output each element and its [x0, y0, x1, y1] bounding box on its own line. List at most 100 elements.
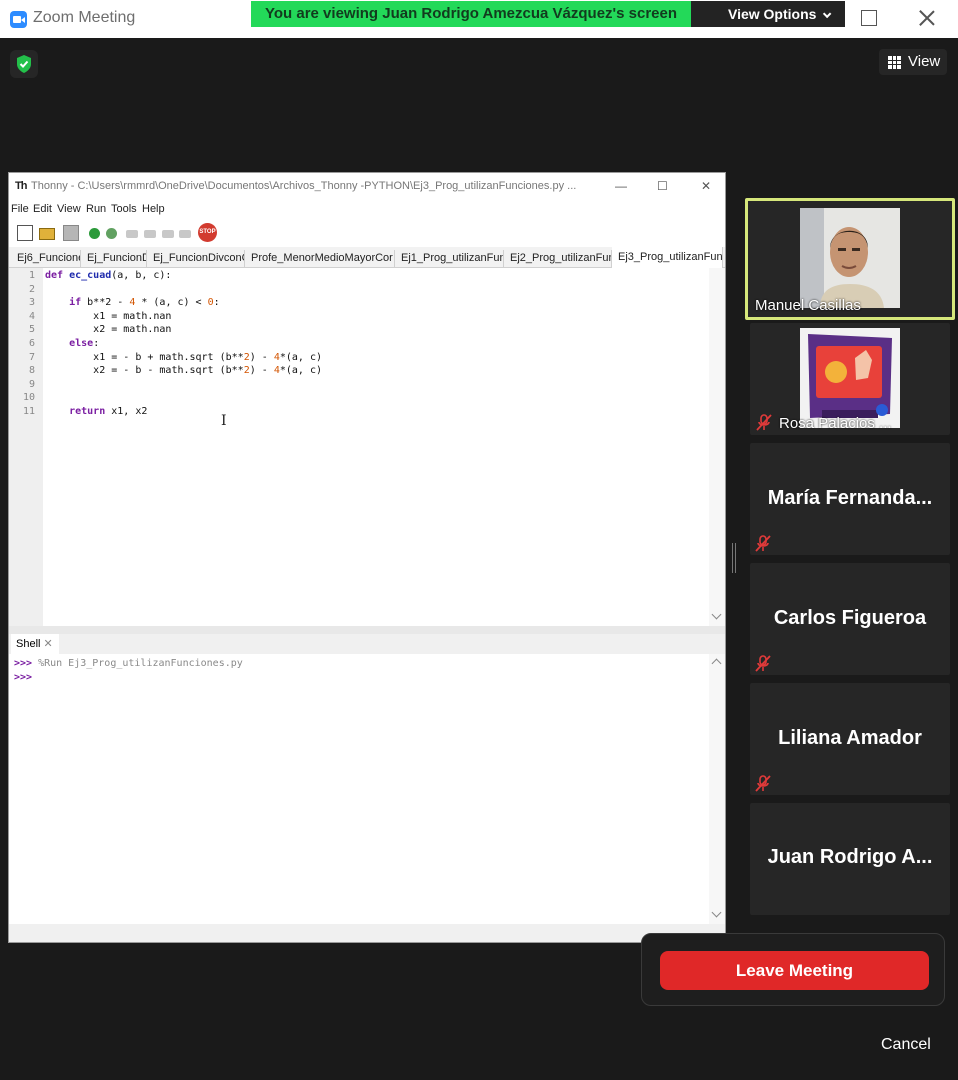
- shell-prompt-line: >>>: [14, 672, 32, 683]
- participant-name: Rosa Palacios ...: [779, 415, 892, 432]
- participant-tile[interactable]: Carlos Figueroa: [750, 563, 950, 675]
- mic-muted-icon: [755, 655, 771, 672]
- participant-name: Manuel Casillas: [755, 297, 861, 314]
- shell-prompt: >>>: [14, 672, 33, 683]
- debug-icon: [106, 228, 117, 239]
- minimize-icon: —: [615, 179, 627, 193]
- cancel-button[interactable]: Cancel: [881, 1036, 931, 1054]
- participant-name: Carlos Figueroa: [773, 607, 927, 629]
- participant-name: Juan Rodrigo A...: [767, 846, 933, 868]
- shell-tab-label: Shell: [16, 638, 41, 650]
- resize-handle[interactable]: [732, 543, 736, 573]
- participant-tile[interactable]: Liliana Amador: [750, 683, 950, 795]
- code-line-3: if b**2 - 4 * (a, c) < 0:: [45, 297, 220, 308]
- editor-tab: Ej_FuncionDi: [81, 250, 147, 268]
- shell-tab-bar: Shell ✕: [9, 634, 725, 654]
- shell-tab: Shell ✕: [11, 634, 59, 654]
- chevron-up-icon: [711, 658, 722, 669]
- mic-muted-icon: [756, 414, 772, 431]
- participant-tile[interactable]: Juan Rodrigo A...: [750, 803, 950, 915]
- text-cursor-icon: I: [221, 413, 227, 429]
- line-number: 2: [28, 283, 35, 295]
- menu-tools: Tools: [111, 203, 137, 215]
- close-window-button[interactable]: [919, 10, 935, 26]
- participant-video-active[interactable]: Manuel Casillas: [745, 198, 955, 320]
- close-icon: ✕: [701, 179, 712, 193]
- code-text: * (a, c) <: [135, 297, 208, 309]
- menu-file: File: [11, 203, 29, 215]
- line-number: 10: [22, 392, 35, 404]
- participant-tile[interactable]: Rosa Palacios ...: [750, 323, 950, 435]
- leave-meeting-button[interactable]: Leave Meeting: [660, 951, 929, 990]
- zoom-meeting-window: Zoom Meeting You are viewing Juan Rodrig…: [0, 0, 958, 1080]
- thonny-menu-bar: File Edit View Run Tools Help: [9, 201, 725, 219]
- line-number: 4: [28, 310, 35, 322]
- participant-name: Liliana Amador: [778, 727, 922, 749]
- close-icon: ✕: [43, 638, 53, 650]
- code-text: ) -: [249, 365, 274, 377]
- shell-prompt: >>>: [14, 658, 33, 669]
- line-number: 9: [28, 378, 35, 390]
- thonny-toolbar: STOP: [9, 219, 725, 247]
- chevron-down-icon: [823, 9, 832, 19]
- participant-tile[interactable]: María Fernanda...: [750, 443, 950, 555]
- new-file-icon: [17, 225, 33, 241]
- code-editor: 1 2 3 4 5 6 7 8 9 10 11 def ec_cuad(a, b…: [9, 268, 709, 626]
- line-number: 11: [22, 406, 35, 417]
- line-number: 7: [28, 351, 35, 363]
- view-layout-button[interactable]: View: [879, 49, 947, 75]
- line-number: 1: [28, 270, 35, 281]
- editor-tabs: Ej6_Funcione Ej_FuncionDi Ej_FuncionDivc…: [9, 247, 725, 268]
- grid-icon: [888, 56, 901, 69]
- thonny-window-title: Thonny - C:\Users\rmmrd\OneDrive\Documen…: [31, 180, 577, 192]
- menu-run: Run: [86, 203, 107, 215]
- code-text: x2 = - b - math.sqrt (b**: [93, 365, 244, 377]
- code-keyword: if: [69, 297, 82, 309]
- code-keyword: def: [45, 270, 64, 281]
- encryption-shield-icon[interactable]: [10, 50, 38, 78]
- mic-muted-icon: [755, 535, 771, 552]
- screen-share-banner: You are viewing Juan Rodrigo Amezcua Váz…: [251, 1, 691, 27]
- code-text: x1 = math.nan: [93, 310, 172, 322]
- line-number-gutter: 1 2 3 4 5 6 7 8 9 10 11: [9, 268, 43, 626]
- leave-meeting-popup: Leave Meeting: [641, 933, 945, 1006]
- window-title: Zoom Meeting: [33, 9, 136, 26]
- editor-tab: Ej2_Prog_utilizanFunc: [504, 250, 612, 268]
- open-folder-icon: [39, 228, 55, 240]
- participant-photo: [800, 208, 900, 308]
- editor-tab: Ej_FuncionDivconC: [147, 250, 245, 268]
- code-text: ) -: [249, 351, 274, 363]
- resume-icon: [179, 230, 191, 238]
- code-line-8: x2 = - b - math.sqrt (b**2) - 4*(a, c): [45, 365, 322, 376]
- menu-help: Help: [142, 203, 165, 215]
- step-over-icon: [126, 230, 138, 238]
- view-options-label: View Options: [728, 6, 817, 22]
- code-text: x2 = math.nan: [93, 324, 172, 336]
- thonny-logo-icon: Th: [15, 180, 27, 192]
- code-text: (a, b, c):: [111, 270, 172, 281]
- code-text: b**2 -: [81, 297, 130, 309]
- editor-scrollbar: [709, 268, 725, 626]
- code-text: x1 = - b + math.sqrt (b**: [93, 351, 244, 363]
- chevron-down-icon: [711, 609, 722, 620]
- shell-run-line: >>> %Run Ej3_Prog_utilizanFunciones.py: [14, 658, 243, 669]
- view-options-button[interactable]: View Options: [691, 1, 845, 27]
- shell-run-command: %Run Ej3_Prog_utilizanFunciones.py: [32, 658, 243, 669]
- pane-separator: [9, 626, 725, 634]
- menu-edit: Edit: [33, 203, 52, 215]
- code-text: :: [213, 297, 220, 309]
- shell-console: >>> %Run Ej3_Prog_utilizanFunciones.py >…: [9, 654, 709, 924]
- code-line-11: return x1, x2: [45, 406, 147, 417]
- run-icon: [89, 228, 100, 239]
- code-line-1: def ec_cuad(a, b, c):: [45, 270, 171, 281]
- line-number: 5: [28, 324, 35, 336]
- step-into-icon: [144, 230, 156, 238]
- line-number: 6: [28, 338, 35, 349]
- participant-photo: [800, 328, 900, 428]
- shared-screen-thonny: Th Thonny - C:\Users\rmmrd\OneDrive\Docu…: [8, 172, 726, 943]
- code-line-6: else:: [45, 338, 99, 349]
- editor-tab: Profe_MenorMedioMayorCor: [245, 250, 395, 268]
- maximize-button[interactable]: [861, 10, 877, 26]
- editor-tab: Ej6_Funcione: [11, 250, 81, 268]
- code-text: *(a, c): [279, 351, 322, 363]
